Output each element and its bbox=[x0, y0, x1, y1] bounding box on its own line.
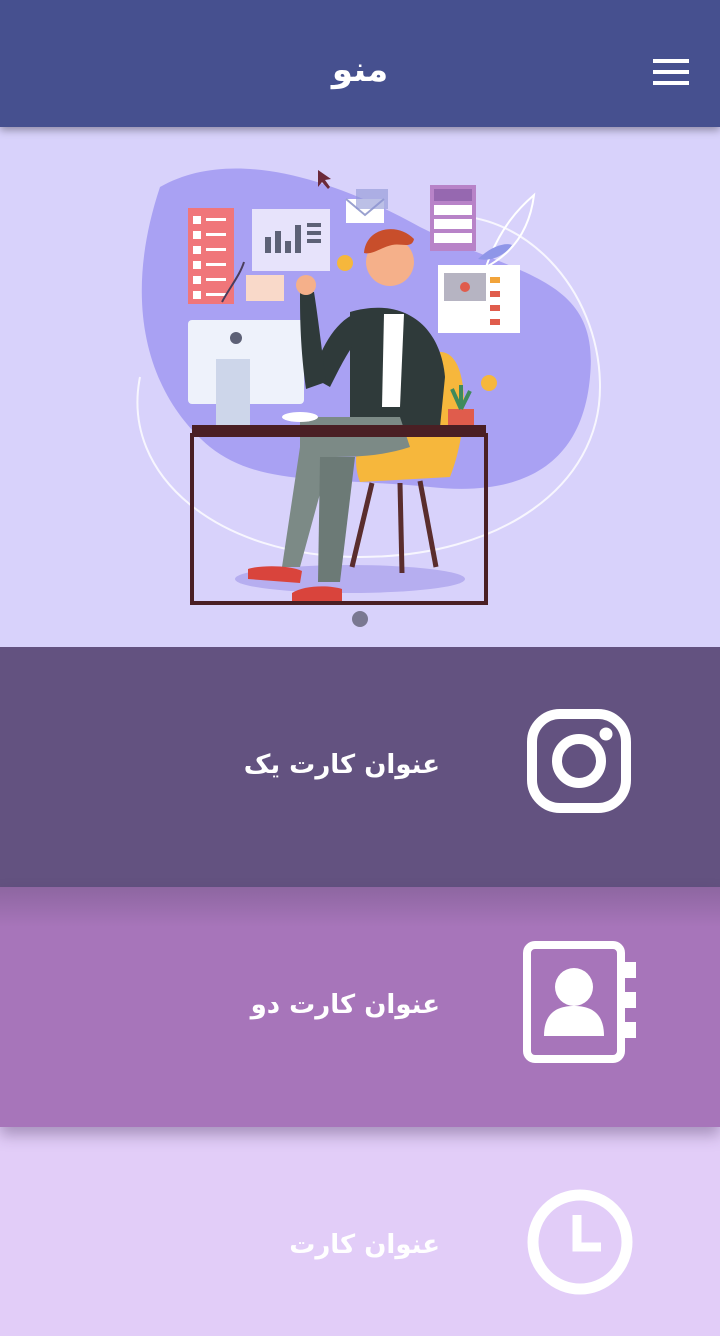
pager-dot-active[interactable] bbox=[352, 611, 368, 627]
card-one-title: عنوان کارت یک bbox=[243, 750, 440, 780]
instagram-icon bbox=[527, 709, 631, 813]
card-two[interactable]: عنوان کارت دو bbox=[0, 887, 720, 1127]
card-three[interactable]: عنوان کارت bbox=[0, 1127, 720, 1336]
clock-icon bbox=[527, 1189, 633, 1295]
card-one[interactable]: عنوان کارت یک bbox=[0, 647, 720, 887]
menu-button[interactable] bbox=[640, 46, 704, 98]
contact-book-icon bbox=[523, 941, 636, 1063]
carousel-pager[interactable] bbox=[0, 611, 720, 627]
app-bar-title: منو bbox=[331, 50, 389, 90]
app-bar: منو bbox=[0, 0, 720, 127]
hero-carousel[interactable] bbox=[0, 127, 720, 647]
card-two-title: عنوان کارت دو bbox=[250, 990, 440, 1020]
card-three-title: عنوان کارت bbox=[289, 1230, 440, 1260]
person-at-desk-illustration bbox=[136, 168, 602, 605]
hamburger-icon bbox=[653, 59, 689, 85]
